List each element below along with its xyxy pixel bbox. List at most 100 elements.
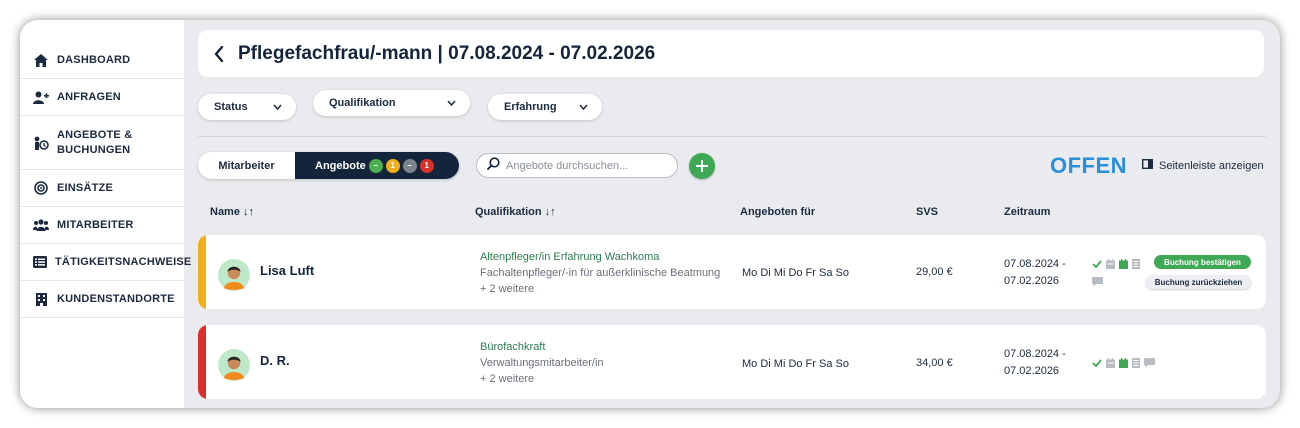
chevron-down-icon	[579, 101, 588, 113]
target-icon	[33, 181, 49, 195]
count-badge-gray: –	[402, 158, 417, 173]
sidebar-item-taetigkeitsnachweise[interactable]: TÄTIGKEITSNACHWEISE	[20, 244, 191, 281]
check-icon	[1092, 359, 1102, 367]
main-content: Pflegefachfrau/-mann | 07.08.2024 - 07.0…	[184, 20, 1280, 408]
avatar	[218, 349, 250, 381]
erfahrung-filter[interactable]: Erfahrung	[488, 94, 602, 120]
person-name[interactable]: D. R.	[260, 353, 290, 368]
filter-label: Status	[214, 101, 248, 113]
calendar-gray-icon	[1106, 358, 1115, 368]
column-header-angeboten: Angeboten für	[740, 206, 816, 218]
withdraw-booking-button[interactable]: Buchung zurückziehen	[1146, 275, 1251, 289]
divider	[198, 136, 1266, 137]
confirm-booking-button[interactable]: Buchung bestätigen	[1154, 255, 1251, 269]
zeitraum-from: 07.08.2024 -	[1004, 258, 1066, 270]
chevron-down-icon	[447, 97, 456, 109]
count-badge-red: 1	[419, 158, 434, 173]
sidebar-item-mitarbeiter[interactable]: MITARBEITER	[20, 207, 184, 244]
row-icons	[1092, 358, 1155, 368]
users-icon	[33, 218, 49, 232]
svs-value: 34,00 €	[916, 357, 953, 369]
search-icon	[487, 156, 500, 175]
qualification-more[interactable]: + 2 weitere	[480, 373, 534, 385]
person-name[interactable]: Lisa Luft	[260, 263, 314, 278]
filter-label: Qualifikation	[329, 97, 396, 109]
tab-mitarbeiter[interactable]: Mitarbeiter	[198, 152, 295, 179]
calendar-green-icon	[1119, 259, 1128, 269]
tab-label: Mitarbeiter	[218, 159, 275, 172]
status-bar	[198, 235, 206, 309]
sidebar-item-label: MITARBEITER	[57, 219, 134, 231]
zeitraum: 07.08.2024 - 07.02.2026	[1004, 346, 1066, 380]
sidebar-item-anfragen[interactable]: ANFRAGEN	[20, 79, 184, 116]
calendar-green-icon	[1119, 358, 1128, 368]
sidebar-item-label-line2: BUCHUNGEN	[57, 143, 131, 156]
zeitraum-to: 07.02.2026	[1004, 275, 1060, 287]
comment-icon[interactable]	[1144, 358, 1155, 368]
offer-icon	[33, 136, 49, 150]
column-header-qualifikation[interactable]: Qualifikation ↓↑	[475, 206, 556, 218]
sidebar-item-kundenstandorte[interactable]: KUNDENSTANDORTE	[20, 281, 184, 318]
tab-angebote[interactable]: Angebote – 1 – 1	[295, 152, 459, 179]
table-row[interactable]: D. R. Bürofachkraft Verwaltungsmitarbeit…	[198, 325, 1266, 399]
sidebar-toggle-label: Seitenleiste anzeigen	[1159, 159, 1264, 172]
column-header-svs: SVS	[916, 206, 939, 218]
qualifikation-filter[interactable]: Qualifikation	[313, 90, 470, 116]
qualification-secondary: Fachaltenpfleger/-in für außerklinische …	[480, 267, 721, 279]
calendar-gray-icon	[1106, 259, 1115, 269]
app-window: DASHBOARD ANFRAGEN ANGEBOTE & BUCHUNGEN …	[20, 20, 1280, 408]
zeitraum-to: 07.02.2026	[1004, 365, 1060, 377]
status-filter[interactable]: Status	[198, 94, 296, 120]
document-icon	[1132, 358, 1140, 368]
chevron-left-icon[interactable]	[210, 45, 228, 63]
sidebar-item-label: ANFRAGEN	[57, 91, 121, 103]
qualification-more[interactable]: + 2 weitere	[480, 283, 534, 295]
zeitraum-from: 07.08.2024 -	[1004, 348, 1066, 360]
comment-icon[interactable]	[1092, 277, 1103, 287]
search-box	[476, 153, 678, 178]
sidebar: DASHBOARD ANFRAGEN ANGEBOTE & BUCHUNGEN …	[20, 20, 191, 408]
page-title: Pflegefachfrau/-mann | 07.08.2024 - 07.0…	[238, 42, 656, 64]
sidebar-item-angebote[interactable]: ANGEBOTE & BUCHUNGEN	[20, 116, 184, 170]
qualification-primary: Altenpfleger/in Erfahrung Wachkoma	[480, 251, 660, 263]
add-button[interactable]	[689, 153, 715, 179]
column-header-name[interactable]: Name ↓↑	[210, 206, 254, 218]
column-header-zeitraum: Zeitraum	[1004, 206, 1051, 218]
sidebar-item-label: KUNDENSTANDORTE	[57, 293, 175, 305]
count-badge-yellow: 1	[385, 158, 400, 173]
tab-label: Angebote	[315, 159, 366, 172]
plus-icon	[696, 160, 708, 172]
sidebar-item-einsaetze[interactable]: EINSÄTZE	[20, 170, 184, 207]
svs-value: 29,00 €	[916, 266, 953, 278]
row-icons	[1092, 259, 1140, 269]
sidebar-toggle-button[interactable]: Seitenleiste anzeigen	[1141, 158, 1264, 172]
panel-icon	[1141, 158, 1154, 172]
avatar	[218, 259, 250, 291]
sidebar-item-dashboard[interactable]: DASHBOARD	[20, 42, 184, 79]
sidebar-item-label: ANGEBOTE &	[57, 128, 133, 141]
chevron-down-icon	[273, 101, 282, 113]
home-icon	[33, 53, 49, 67]
building-icon	[33, 292, 49, 306]
search-input[interactable]	[506, 159, 666, 172]
count-badge-green: –	[368, 158, 383, 173]
table-row[interactable]: Lisa Luft Altenpfleger/in Erfahrung Wach…	[198, 235, 1266, 309]
sidebar-item-label: EINSÄTZE	[57, 182, 113, 194]
offered-days: Mo Di Mi Do Fr Sa So	[742, 358, 849, 370]
sidebar-item-label: TÄTIGKEITSNACHWEISE	[55, 256, 192, 268]
qualification-primary: Bürofachkraft	[480, 341, 546, 353]
list-icon	[33, 255, 47, 269]
offered-days: Mo Di Mi Do Fr Sa So	[742, 267, 849, 279]
status-label: OFFEN	[1050, 153, 1128, 178]
zeitraum: 07.08.2024 - 07.02.2026	[1004, 256, 1066, 290]
status-bar	[198, 325, 206, 399]
sidebar-item-label: DASHBOARD	[57, 54, 131, 66]
filter-label: Erfahrung	[504, 101, 557, 113]
row-icons-2	[1092, 277, 1103, 287]
user-plus-icon	[33, 90, 49, 104]
view-toggle: Mitarbeiter Angebote – 1 – 1	[198, 152, 459, 179]
check-icon	[1092, 260, 1102, 268]
document-icon	[1132, 259, 1140, 269]
qualification-secondary: Verwaltungsmitarbeiter/in	[480, 357, 604, 369]
page-header: Pflegefachfrau/-mann | 07.08.2024 - 07.0…	[198, 30, 1264, 77]
